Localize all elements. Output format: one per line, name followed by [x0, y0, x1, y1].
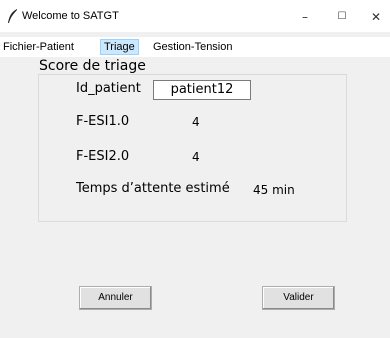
wait-time-label: Temps d’attente estimé [76, 181, 230, 196]
esi1-label: F-ESI1.0 [76, 114, 130, 129]
close-button[interactable]: ✕ [361, 6, 390, 28]
patient-id-field[interactable]: patient12 [153, 80, 251, 100]
menu-gestion-tension[interactable]: Gestion-Tension [150, 39, 236, 55]
feather-icon [8, 9, 17, 23]
maximize-button[interactable]: ☐ [327, 6, 357, 28]
title-bar[interactable]: Welcome to SATGT – ☐ ✕ [0, 0, 390, 32]
cancel-button[interactable]: Annuler [79, 286, 152, 310]
window-title: Welcome to SATGT [22, 10, 119, 22]
esi1-value: 4 [192, 115, 200, 129]
wait-time-value: 45 min [253, 183, 295, 197]
menu-fichier-patient[interactable]: Fichier-Patient [0, 39, 77, 55]
esi2-value: 4 [192, 150, 200, 164]
submit-button[interactable]: Valider [262, 286, 335, 310]
menu-triage[interactable]: Triage [100, 39, 139, 55]
app-window: Welcome to SATGT – ☐ ✕ Fichier-Patient T… [0, 0, 390, 338]
patient-id-label: Id_patient [76, 81, 141, 96]
esi2-label: F-ESI2.0 [76, 149, 130, 164]
score-frame-title: Score de triage [39, 58, 146, 74]
minimize-button[interactable]: – [290, 6, 320, 28]
menu-bar: Fichier-Patient Triage Gestion-Tension [0, 37, 390, 57]
